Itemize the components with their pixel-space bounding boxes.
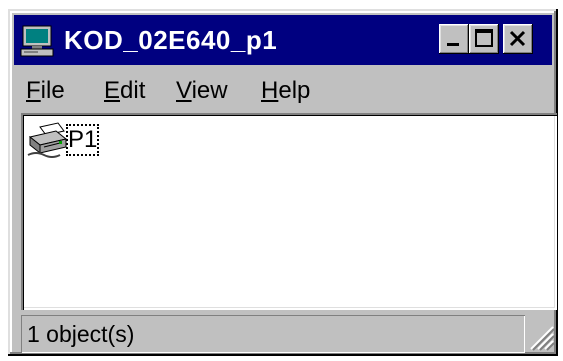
- printer-icon: [26, 121, 70, 161]
- menu-edit[interactable]: Edit: [100, 75, 149, 107]
- status-text: 1 object(s): [27, 318, 134, 350]
- menu-file[interactable]: File: [22, 75, 69, 107]
- menu-help-accel: H: [261, 77, 278, 104]
- menu-edit-label: dit: [120, 77, 145, 104]
- close-icon: [503, 24, 533, 54]
- menu-view[interactable]: View: [172, 75, 232, 107]
- title-bar[interactable]: KOD_02E640_p1: [14, 15, 552, 65]
- status-panel: 1 object(s): [21, 315, 525, 353]
- menu-view-accel: V: [176, 77, 192, 104]
- content-pane[interactable]: P1: [21, 113, 557, 310]
- minimize-icon: [439, 24, 469, 54]
- computer-icon: [20, 25, 54, 57]
- menu-file-accel: F: [26, 77, 41, 104]
- menu-help-label: elp: [278, 77, 310, 104]
- list-item-label: P1: [66, 124, 99, 156]
- menu-help[interactable]: Help: [257, 75, 314, 107]
- explorer-window: KOD_02E640_p1 File Edit View Help: [8, 9, 558, 356]
- menu-edit-accel: E: [104, 77, 120, 104]
- status-bar: 1 object(s): [21, 315, 557, 353]
- maximize-icon: [469, 24, 499, 54]
- menu-bar: File Edit View Help: [14, 69, 552, 113]
- close-button[interactable]: [503, 24, 533, 54]
- window-title: KOD_02E640_p1: [64, 23, 277, 57]
- menu-view-label: iew: [192, 77, 228, 104]
- menu-file-label: ile: [41, 77, 65, 104]
- minimize-button[interactable]: [439, 24, 469, 54]
- resize-grip-icon[interactable]: [527, 323, 555, 351]
- maximize-button[interactable]: [469, 24, 499, 54]
